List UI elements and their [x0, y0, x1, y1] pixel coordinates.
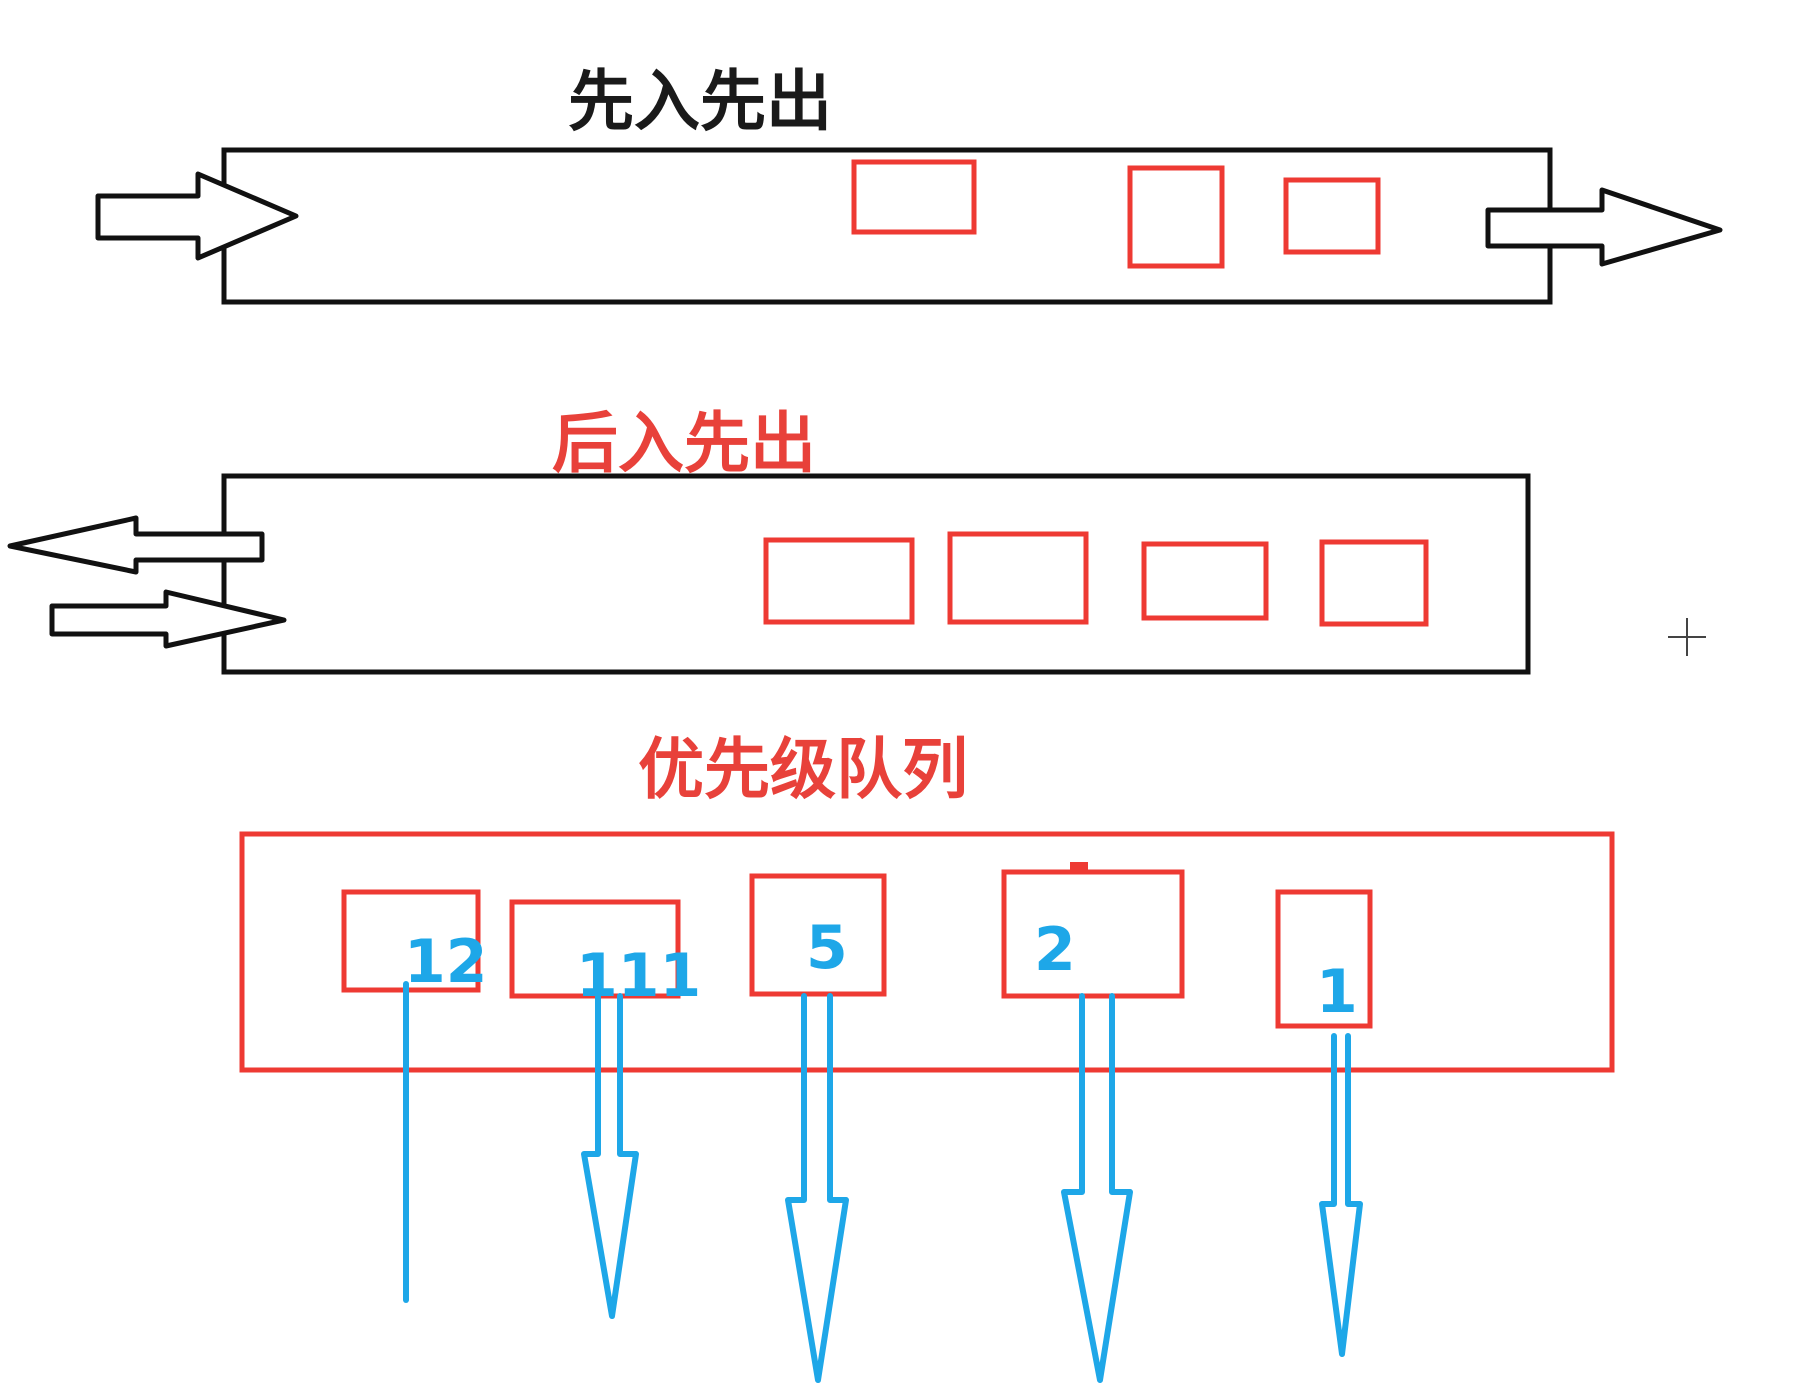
priority-label-2: 2: [1034, 915, 1076, 985]
lifo-section: 后入先出: [7, 405, 1531, 675]
priority-title: 优先级队列: [638, 731, 968, 808]
lifo-stack-frame: [221, 473, 1531, 675]
down-arrow-icon-1: [1319, 1033, 1363, 1357]
lifo-item: [1141, 541, 1269, 621]
down-arrow-icon-5: [785, 993, 849, 1383]
push-arrow-icon: [49, 589, 287, 649]
marker-dot: [1070, 862, 1088, 874]
lifo-item: [947, 531, 1089, 625]
priority-item: [1001, 869, 1185, 999]
fifo-item: [1127, 165, 1225, 269]
priority-section: 优先级队列 12 111 5 2 1: [239, 731, 1615, 1383]
fifo-item: [1283, 177, 1381, 255]
priority-label-1: 1: [1316, 957, 1358, 1027]
priority-label-5: 5: [806, 913, 848, 983]
lifo-item: [1319, 539, 1429, 627]
dequeue-arrow-icon: [1485, 187, 1723, 267]
down-arrow-icon-2: [1061, 993, 1133, 1383]
fifo-title: 先入先出: [568, 63, 832, 140]
lifo-item: [763, 537, 915, 625]
crosshair-cursor-icon: [1668, 618, 1706, 656]
diagram-canvas: 先入先出 后入先出 优先级队列 12 111 5 2 1: [0, 0, 1818, 1386]
priority-label-111: 111: [576, 941, 701, 1011]
queue-diagram: 先入先出 后入先出 优先级队列 12 111 5 2 1: [7, 63, 1723, 1383]
fifo-section: 先入先出: [95, 63, 1723, 305]
enqueue-arrow-icon: [95, 171, 299, 261]
priority-label-12: 12: [404, 927, 488, 997]
lifo-title: 后入先出: [552, 405, 816, 482]
fifo-queue-frame: [221, 147, 1553, 305]
fifo-item: [851, 159, 977, 235]
down-arrow-icon-111: [581, 993, 639, 1319]
